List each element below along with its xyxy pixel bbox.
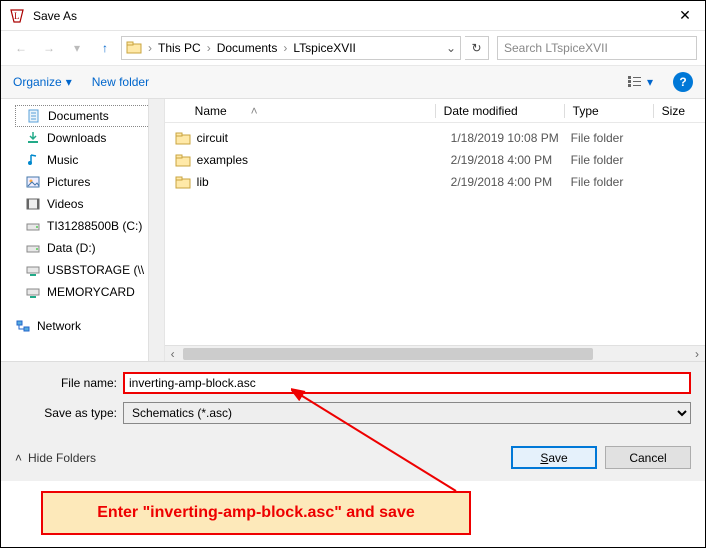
list-item[interactable]: lib 2/19/2018 4:00 PM File folder: [165, 171, 705, 193]
nav-row: ← → ▾ ↑ › This PC › Documents › LTspiceX…: [1, 31, 705, 65]
search-placeholder: Search LTspiceXVII: [504, 41, 608, 55]
downloads-icon: [25, 130, 41, 146]
address-dropdown-icon[interactable]: ⌄: [446, 41, 456, 55]
up-button[interactable]: ↑: [93, 36, 117, 60]
breadcrumb[interactable]: LTspiceXVII: [293, 41, 355, 55]
list-item[interactable]: examples 2/19/2018 4:00 PM File folder: [165, 149, 705, 171]
breadcrumb[interactable]: This PC: [158, 41, 201, 55]
tree-item-videos[interactable]: Videos: [15, 193, 164, 215]
forward-button[interactable]: →: [37, 36, 61, 60]
close-button[interactable]: ✕: [673, 4, 697, 28]
savetype-field[interactable]: Schematics (*.asc): [123, 402, 691, 424]
chevron-right-icon: ›: [148, 41, 152, 55]
drive-icon: [25, 240, 41, 256]
tree-scrollbar[interactable]: [148, 99, 164, 361]
col-name[interactable]: Name˄: [195, 104, 435, 118]
savetype-label: Save as type:: [15, 406, 123, 420]
scroll-left-icon[interactable]: ‹: [165, 346, 181, 362]
recent-button[interactable]: ▾: [65, 36, 89, 60]
hide-folders-button[interactable]: ˄ Hide Folders: [15, 451, 96, 465]
sort-asc-icon: ˄: [251, 104, 258, 118]
tree-item-drive-c[interactable]: TI31288500B (C:): [15, 215, 164, 237]
col-date[interactable]: Date modified: [444, 104, 564, 118]
search-input[interactable]: Search LTspiceXVII: [497, 36, 697, 60]
list-item[interactable]: circuit 1/18/2019 10:08 PM File folder: [165, 127, 705, 149]
drive-icon: [25, 218, 41, 234]
folder-tree: Documents Downloads Music Pictures Video…: [1, 99, 165, 361]
folder-icon: [175, 174, 191, 190]
tree-item-memorycard[interactable]: MEMORYCARD: [15, 281, 164, 303]
tree-item-usbstorage[interactable]: USBSTORAGE (\\: [15, 259, 164, 281]
annotation-callout: Enter "inverting-amp-block.asc" and save: [41, 491, 471, 535]
cancel-button[interactable]: Cancel: [605, 446, 691, 469]
horizontal-scrollbar[interactable]: ‹ ›: [165, 345, 705, 361]
title-bar: L Save As ✕: [1, 1, 705, 31]
organize-button[interactable]: Organize ▾: [13, 75, 72, 89]
refresh-button[interactable]: ↻: [465, 36, 489, 60]
tree-item-network[interactable]: Network: [15, 315, 164, 337]
view-button[interactable]: ▾: [627, 75, 653, 89]
folder-icon: [126, 40, 142, 56]
tree-item-music[interactable]: Music: [15, 149, 164, 171]
svg-text:L: L: [14, 11, 20, 21]
new-folder-button[interactable]: New folder: [92, 75, 149, 89]
chevron-down-icon: ▾: [66, 75, 72, 89]
scroll-right-icon[interactable]: ›: [689, 346, 705, 362]
savetype-row: Save as type: Schematics (*.asc): [15, 402, 691, 424]
chevron-right-icon: ›: [283, 41, 287, 55]
help-button[interactable]: ?: [673, 72, 693, 92]
tree-item-pictures[interactable]: Pictures: [15, 171, 164, 193]
pictures-icon: [25, 174, 41, 190]
col-size[interactable]: Size: [662, 104, 705, 118]
filename-label: File name:: [15, 376, 123, 390]
address-bar[interactable]: › This PC › Documents › LTspiceXVII ⌄: [121, 36, 461, 60]
videos-icon: [25, 196, 41, 212]
chevron-up-icon: ˄: [15, 451, 22, 465]
tree-spacer: [15, 303, 164, 315]
filename-row: File name:: [15, 372, 691, 394]
toolbar: Organize ▾ New folder ▾ ?: [1, 65, 705, 99]
explorer-body: Documents Downloads Music Pictures Video…: [1, 99, 705, 361]
documents-icon: [26, 108, 42, 124]
window-title: Save As: [33, 9, 673, 23]
music-icon: [25, 152, 41, 168]
save-button[interactable]: Save: [511, 446, 597, 469]
filename-field[interactable]: [123, 372, 691, 394]
tree-item-downloads[interactable]: Downloads: [15, 127, 164, 149]
app-icon: L: [9, 8, 25, 24]
chevron-right-icon: ›: [207, 41, 211, 55]
tree-item-drive-d[interactable]: Data (D:): [15, 237, 164, 259]
back-button[interactable]: ←: [9, 36, 33, 60]
folder-icon: [175, 152, 191, 168]
chevron-down-icon: ▾: [647, 75, 653, 89]
netdrive-icon: [25, 262, 41, 278]
column-headers: Name˄ Date modified Type Size: [165, 99, 705, 123]
button-area: ˄ Hide Folders Save Cancel: [1, 438, 705, 481]
file-list-pane: Name˄ Date modified Type Size circuit 1/…: [165, 99, 705, 361]
scroll-thumb[interactable]: [183, 348, 593, 360]
folder-icon: [175, 130, 191, 146]
tree-item-documents[interactable]: Documents: [15, 105, 164, 127]
network-icon: [15, 318, 31, 334]
breadcrumb[interactable]: Documents: [217, 41, 278, 55]
netdrive-icon: [25, 284, 41, 300]
col-type[interactable]: Type: [573, 104, 653, 118]
form-area: File name: Save as type: Schematics (*.a…: [1, 361, 705, 438]
